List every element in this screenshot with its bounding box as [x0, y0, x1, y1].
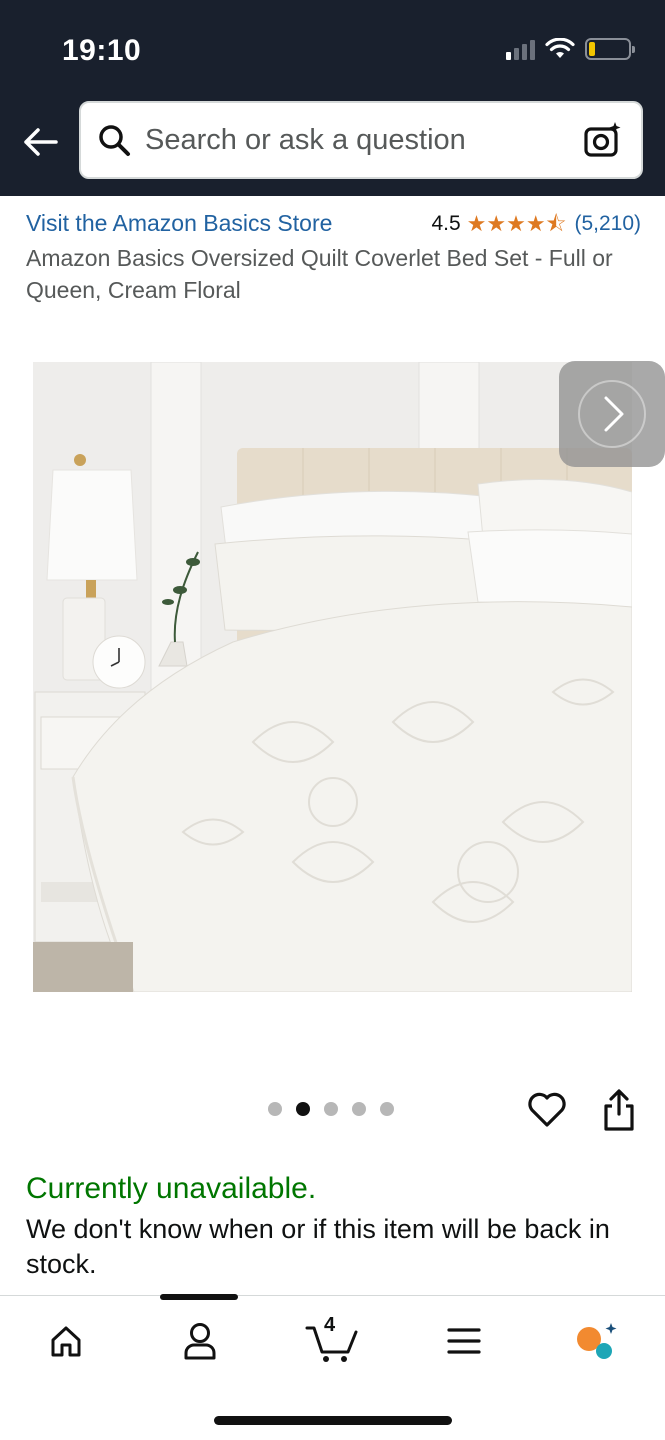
nav-account[interactable]	[170, 1318, 230, 1364]
rating-count-link[interactable]: (5,210)	[574, 212, 641, 236]
search-icon	[99, 125, 130, 156]
nav-cart[interactable]: 4	[302, 1314, 362, 1364]
hamburger-menu-icon	[447, 1328, 481, 1354]
battery-icon	[585, 38, 635, 60]
carousel-next-button[interactable]	[559, 361, 665, 467]
back-arrow-icon[interactable]	[20, 122, 60, 162]
store-rating-row: Visit the Amazon Basics Store 4.5 ★ ★ ★ ★ ⯪ …	[26, 210, 641, 237]
carousel-dot[interactable]	[268, 1102, 282, 1116]
nav-menu[interactable]	[434, 1318, 494, 1364]
product-image[interactable]	[33, 362, 632, 992]
carousel-dot[interactable]	[324, 1102, 338, 1116]
rufus-assistant-icon	[577, 1323, 617, 1359]
carousel-dot[interactable]	[352, 1102, 366, 1116]
search-input[interactable]	[145, 123, 583, 157]
bed-photo-illustration	[33, 362, 632, 992]
home-indicator[interactable]	[214, 1416, 452, 1425]
status-icons	[506, 38, 635, 60]
carousel-dot[interactable]	[380, 1102, 394, 1116]
wifi-icon	[545, 38, 575, 58]
app-header: 19:10	[0, 0, 665, 196]
favorite-heart-icon[interactable]	[527, 1090, 567, 1130]
cart-count-badge: 4	[324, 1314, 336, 1336]
cellular-signal-icon	[506, 38, 535, 60]
nav-rufus[interactable]	[566, 1318, 626, 1364]
rating-stars-icon: ★ ★ ★ ★ ⯪	[466, 210, 567, 236]
search-bar[interactable]	[79, 101, 643, 179]
home-icon	[51, 1326, 81, 1357]
account-icon	[184, 1323, 216, 1360]
share-icon[interactable]	[600, 1088, 638, 1132]
visit-store-link[interactable]: Visit the Amazon Basics Store	[26, 210, 332, 237]
camera-search-icon[interactable]	[583, 120, 623, 160]
nav-home[interactable]	[36, 1318, 96, 1364]
active-tab-indicator	[160, 1294, 238, 1300]
rating-summary[interactable]: 4.5 ★ ★ ★ ★ ⯪ (5,210)	[431, 212, 641, 236]
availability-status: Currently unavailable.	[26, 1172, 317, 1205]
status-time: 19:10	[62, 34, 142, 67]
product-title: Amazon Basics Oversized Quilt Coverlet B…	[26, 245, 613, 303]
availability-note: We don't know when or if this item will …	[26, 1214, 610, 1279]
carousel-pagination	[268, 1102, 394, 1116]
carousel-dot-active[interactable]	[296, 1102, 310, 1116]
rating-value: 4.5	[431, 211, 461, 235]
